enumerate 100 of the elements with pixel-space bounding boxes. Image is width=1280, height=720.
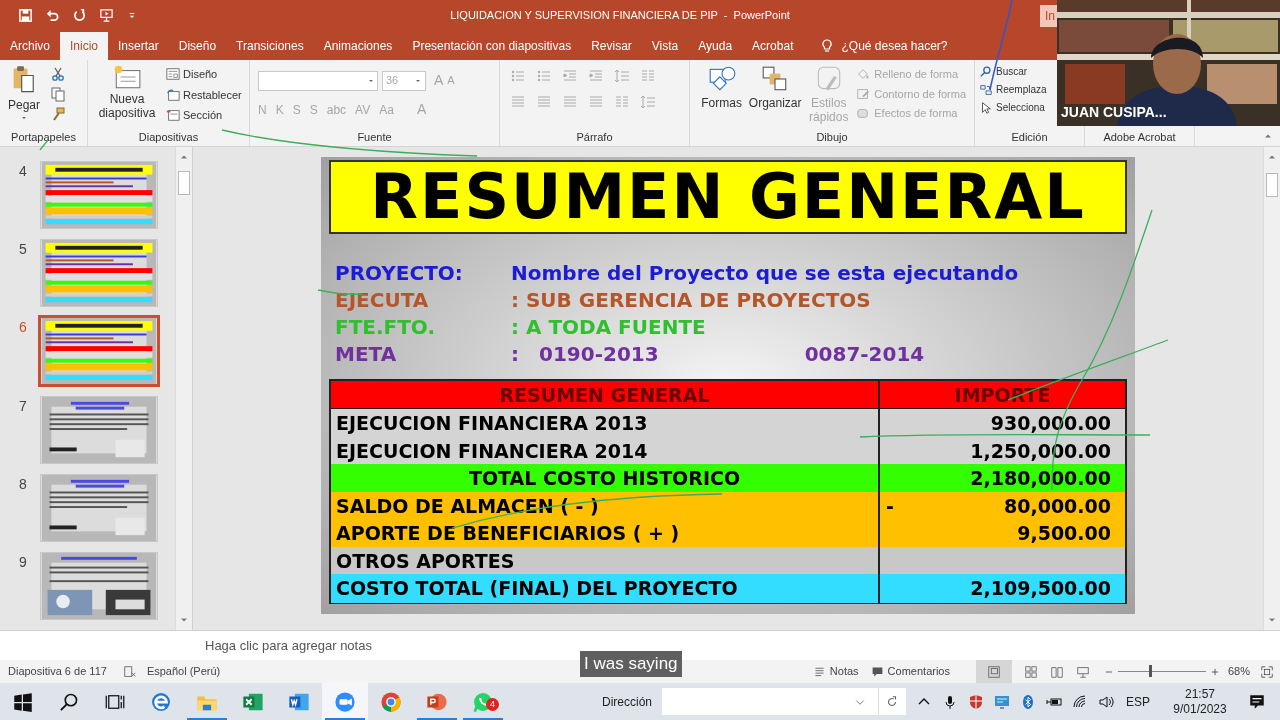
slide-number: 9 xyxy=(18,552,28,572)
table-cell: TOTAL COSTO HISTORICO xyxy=(331,464,880,493)
undo-icon[interactable] xyxy=(45,7,60,23)
shield-icon[interactable] xyxy=(968,693,984,710)
zoom-slider[interactable] xyxy=(1148,665,1152,677)
microphone-icon[interactable] xyxy=(942,693,958,710)
bucket-icon xyxy=(856,67,871,82)
slideshow-icon[interactable] xyxy=(1075,664,1090,679)
ribbon-tab[interactable]: Transiciones xyxy=(226,32,314,60)
copy-icon[interactable] xyxy=(50,86,66,102)
tell-me-field[interactable]: ¿Qué desea hacer? xyxy=(841,37,948,55)
slide-thumbnail[interactable] xyxy=(38,315,160,388)
font-name-field[interactable] xyxy=(258,70,378,91)
ribbon-command[interactable]: Selecciona xyxy=(979,100,1045,115)
wifi-icon[interactable] xyxy=(1072,693,1088,710)
arrange-button[interactable]: Organizar xyxy=(749,64,802,128)
info-value: : A TODA FUENTE xyxy=(511,314,706,341)
info-label: EJECUTA xyxy=(335,287,430,314)
zoom-in-icon[interactable] xyxy=(1209,666,1220,677)
taskbar-button[interactable] xyxy=(322,683,368,720)
ribbon-tab[interactable]: Presentación con diapositivas xyxy=(402,32,582,60)
paste-button[interactable]: Pegar xyxy=(6,64,42,128)
slide-thumbnail[interactable] xyxy=(40,551,158,620)
new-slide-icon xyxy=(112,64,142,90)
sign-in-button[interactable]: In xyxy=(1040,5,1060,27)
info-label: META xyxy=(335,341,398,368)
group-label: Edición xyxy=(1011,129,1048,145)
table-cell: EJECUCION FINANCIERA 2013 xyxy=(331,409,880,438)
input-language[interactable]: ESP xyxy=(1126,692,1150,711)
address-field[interactable] xyxy=(662,688,878,715)
address-label: Dirección xyxy=(601,693,652,711)
group-label: Dibujo xyxy=(816,129,848,145)
pencil-icon xyxy=(856,86,871,101)
taskbar-button[interactable]: 4 xyxy=(460,683,506,720)
comment-icon xyxy=(870,665,884,678)
info-value: : SUB GERENCIA DE PROYECTOS xyxy=(511,287,871,314)
slide-thumbnail[interactable] xyxy=(40,161,158,229)
layout-icon xyxy=(166,67,180,82)
scrollbar-thumb[interactable] xyxy=(178,171,190,195)
slide-counter: Diapositiva 6 de 117 xyxy=(7,664,107,680)
language-status[interactable]: Español (Perú) xyxy=(146,663,221,680)
ribbon-command[interactable]: Diseño xyxy=(166,66,242,83)
shapes-button[interactable]: Formas xyxy=(698,64,746,128)
save-icon[interactable] xyxy=(18,7,33,23)
ribbon-command[interactable]: Sección xyxy=(166,107,242,124)
notes-field[interactable]: Haga clic para agregar notas xyxy=(205,635,372,656)
table-cell: 2,109,500.00 xyxy=(880,574,1125,603)
new-slide-button[interactable]: Nueva diapositiva xyxy=(94,64,160,128)
paragraph-icon[interactable] xyxy=(614,68,630,84)
scissors-icon[interactable] xyxy=(50,66,66,82)
bluetooth-icon[interactable] xyxy=(1020,693,1036,710)
windows-icon xyxy=(13,691,33,712)
scrollbar[interactable] xyxy=(1263,147,1280,630)
ribbon-tab[interactable]: Animaciones xyxy=(313,32,403,60)
effects-icon xyxy=(856,106,871,121)
ribbon-tab[interactable]: Diseño xyxy=(168,32,227,60)
ribbon-tab[interactable]: Inicio xyxy=(60,32,109,60)
presentation-icon[interactable] xyxy=(99,7,114,23)
ribbon-tab[interactable]: Acrobat xyxy=(742,32,804,60)
notification-icon[interactable] xyxy=(1248,692,1266,711)
brush-icon[interactable] xyxy=(50,106,66,122)
ribbon-tab[interactable]: Archivo xyxy=(0,32,60,60)
ribbon-command[interactable]: Restablecer xyxy=(166,86,242,103)
reading-view-icon[interactable] xyxy=(1049,664,1064,679)
slide-sorter-icon[interactable] xyxy=(1023,664,1038,679)
paragraph-icon[interactable] xyxy=(640,94,656,110)
clock-date[interactable]: 9/01/2023 xyxy=(1173,701,1227,717)
search-icon xyxy=(59,691,79,712)
comments-button[interactable]: Comentarios xyxy=(864,663,956,680)
slide-thumbnail[interactable] xyxy=(40,473,158,542)
ribbon-tab[interactable]: Ayuda xyxy=(688,32,743,60)
clock-time[interactable]: 21:57 xyxy=(1185,686,1215,702)
ribbon-command[interactable]: Reemplaza xyxy=(979,82,1047,97)
ribbon-command[interactable]: Buscar xyxy=(979,64,1028,79)
video-camera-icon xyxy=(334,690,356,713)
zoom-percent[interactable]: 68% xyxy=(1227,663,1250,680)
info-value: 0190-2013 xyxy=(539,341,659,368)
ribbon-tab[interactable]: Revisar xyxy=(581,32,642,60)
normal-view-icon xyxy=(986,664,1001,679)
reset-icon xyxy=(166,87,180,102)
refresh-button[interactable] xyxy=(878,688,906,715)
accessibility-icon[interactable] xyxy=(122,664,137,679)
info-value: Nombre del Proyecto que se esta ejecutando xyxy=(511,260,1019,287)
slide-number: 7 xyxy=(18,396,28,416)
scrollbar[interactable] xyxy=(175,147,192,630)
fit-slide-icon[interactable] xyxy=(1260,664,1274,679)
browser-icon xyxy=(150,690,172,713)
ribbon-tab[interactable]: Vista xyxy=(641,32,689,60)
redo-icon[interactable] xyxy=(72,7,87,23)
monitor-icon[interactable] xyxy=(994,693,1010,710)
volume-icon[interactable] xyxy=(1098,693,1114,710)
table-cell: APORTE DE BENEFICIARIOS ( + ) xyxy=(331,519,880,548)
slide-number: 5 xyxy=(18,240,28,260)
normal-view-button[interactable] xyxy=(975,660,1012,683)
ribbon-tab[interactable]: Insertar xyxy=(108,32,169,60)
scrollbar-thumb[interactable] xyxy=(1266,173,1278,197)
notes-button[interactable]: Notas xyxy=(806,663,865,680)
slide-thumbnail[interactable] xyxy=(40,395,158,464)
cursor-icon xyxy=(979,100,993,115)
slide-thumbnail[interactable] xyxy=(40,239,158,308)
